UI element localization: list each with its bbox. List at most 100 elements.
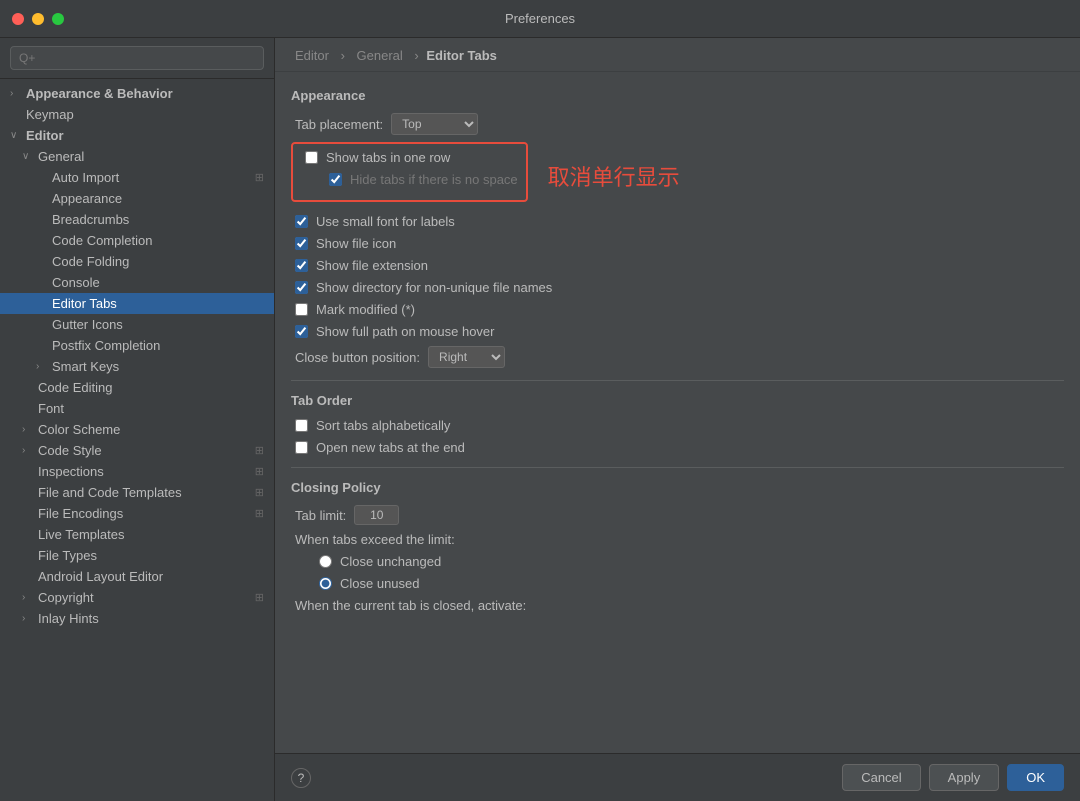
sidebar-item-postfix-completion[interactable]: Postfix Completion [0,335,274,356]
sidebar-item-label: Inspections [38,464,104,479]
sidebar-item-general[interactable]: ∨ General [0,146,274,167]
sidebar-item-label: Code Style [38,443,102,458]
show-tabs-checkbox[interactable] [305,151,318,164]
tab-limit-row: Tab limit: [291,505,1064,525]
breadcrumb-sep1: › [341,48,349,63]
sidebar-item-editor-tabs[interactable]: Editor Tabs [0,293,274,314]
mark-modified-label: Mark modified (*) [316,302,415,317]
chevron-icon: › [22,613,34,624]
help-button[interactable]: ? [291,768,311,788]
show-file-extension-label: Show file extension [316,258,428,273]
close-unchanged-row: Close unchanged [291,554,1064,569]
mark-modified-checkbox[interactable] [295,303,308,316]
sidebar-item-code-editing[interactable]: Code Editing [0,377,274,398]
sidebar-item-label: Copyright [38,590,94,605]
sidebar-item-inspections[interactable]: Inspections ⊞ [0,461,274,482]
show-full-path-label: Show full path on mouse hover [316,324,495,339]
sidebar-item-keymap[interactable]: Keymap [0,104,274,125]
sidebar-item-label: File and Code Templates [38,485,182,500]
show-file-extension-row: Show file extension [291,258,1064,273]
use-small-font-label: Use small font for labels [316,214,455,229]
sidebar-item-label: Android Layout Editor [38,569,163,584]
sidebar-item-code-style[interactable]: › Code Style ⊞ [0,440,274,461]
when-tabs-exceed-label: When tabs exceed the limit: [295,532,455,547]
sidebar-item-label: General [38,149,84,164]
sidebar-tree: › Appearance & Behavior Keymap ∨ Editor … [0,79,274,801]
sidebar-item-label: Appearance & Behavior [26,86,173,101]
open-new-tabs-checkbox[interactable] [295,441,308,454]
chevron-icon: › [22,445,34,456]
use-small-font-checkbox[interactable] [295,215,308,228]
sidebar-item-gutter-icons[interactable]: Gutter Icons [0,314,274,335]
sidebar-item-file-encodings[interactable]: File Encodings ⊞ [0,503,274,524]
show-full-path-row: Show full path on mouse hover [291,324,1064,339]
close-button-select[interactable]: Right Left None [428,346,505,368]
sidebar-item-label: Keymap [26,107,74,122]
sidebar-item-label: Auto Import [52,170,119,185]
sidebar-item-inlay-hints[interactable]: › Inlay Hints [0,608,274,629]
sidebar-item-live-templates[interactable]: Live Templates [0,524,274,545]
sidebar-item-console[interactable]: Console [0,272,274,293]
close-button-label: Close button position: [295,350,420,365]
sidebar-item-label: Breadcrumbs [52,212,129,227]
fullscreen-button[interactable] [52,13,64,25]
annotation-text: 取消单行显示 [548,160,680,192]
show-full-path-checkbox[interactable] [295,325,308,338]
show-directory-checkbox[interactable] [295,281,308,294]
sidebar-item-auto-import[interactable]: Auto Import ⊞ [0,167,274,188]
minimize-button[interactable] [32,13,44,25]
breadcrumb-sep2: › [414,48,422,63]
search-input[interactable] [10,46,264,70]
tab-placement-select[interactable]: Top Bottom Left Right None [391,113,478,135]
close-button[interactable] [12,13,24,25]
sidebar-item-code-folding[interactable]: Code Folding [0,251,274,272]
sidebar-item-android-layout-editor[interactable]: Android Layout Editor [0,566,274,587]
sidebar-item-label: Postfix Completion [52,338,160,353]
close-unused-radio[interactable] [319,577,332,590]
traffic-lights [12,13,64,25]
open-new-tabs-row: Open new tabs at the end [291,440,1064,455]
sidebar-item-file-types[interactable]: File Types [0,545,274,566]
sort-tabs-label: Sort tabs alphabetically [316,418,450,433]
tab-limit-label: Tab limit: [295,508,346,523]
copy-icon: ⊞ [255,465,264,478]
appearance-section-title: Appearance [291,88,1064,103]
sort-tabs-checkbox[interactable] [295,419,308,432]
close-unchanged-radio[interactable] [319,555,332,568]
sidebar-item-font[interactable]: Font [0,398,274,419]
when-tabs-exceed-row: When tabs exceed the limit: [291,532,1064,547]
show-file-icon-row: Show file icon [291,236,1064,251]
show-file-icon-checkbox[interactable] [295,237,308,250]
cancel-button[interactable]: Cancel [842,764,920,791]
breadcrumb-current: Editor Tabs [426,48,497,63]
tab-limit-input[interactable] [354,505,399,525]
sidebar-item-label: File Types [38,548,97,563]
show-file-extension-checkbox[interactable] [295,259,308,272]
sidebar-item-appearance[interactable]: Appearance [0,188,274,209]
sidebar-item-label: Appearance [52,191,122,206]
hide-tabs-checkbox[interactable] [329,173,342,186]
show-file-icon-label: Show file icon [316,236,396,251]
settings-content: Appearance Tab placement: Top Bottom Lef… [275,72,1080,753]
sidebar-item-label: Code Completion [52,233,152,248]
chevron-down-icon: ∨ [22,151,34,162]
show-directory-label: Show directory for non-unique file names [316,280,552,295]
sidebar-item-code-completion[interactable]: Code Completion [0,230,274,251]
sidebar-item-editor[interactable]: ∨ Editor [0,125,274,146]
sidebar-item-copyright[interactable]: › Copyright ⊞ [0,587,274,608]
sidebar-item-appearance-behavior[interactable]: › Appearance & Behavior [0,83,274,104]
ok-button[interactable]: OK [1007,764,1064,791]
sidebar-item-smart-keys[interactable]: › Smart Keys [0,356,274,377]
hide-tabs-label: Hide tabs if there is no space [350,172,518,187]
sidebar-item-label: Editor [26,128,64,143]
sidebar-item-file-code-templates[interactable]: File and Code Templates ⊞ [0,482,274,503]
apply-button[interactable]: Apply [929,764,1000,791]
highlight-box: Show tabs in one row Hide tabs if there … [291,142,528,202]
close-unchanged-label: Close unchanged [340,554,441,569]
chevron-icon: › [10,88,22,99]
chevron-icon: › [36,361,48,372]
sidebar-item-color-scheme[interactable]: › Color Scheme [0,419,274,440]
sidebar-item-breadcrumbs[interactable]: Breadcrumbs [0,209,274,230]
chevron-down-icon: ∨ [10,130,22,141]
close-unused-row: Close unused [291,576,1064,591]
